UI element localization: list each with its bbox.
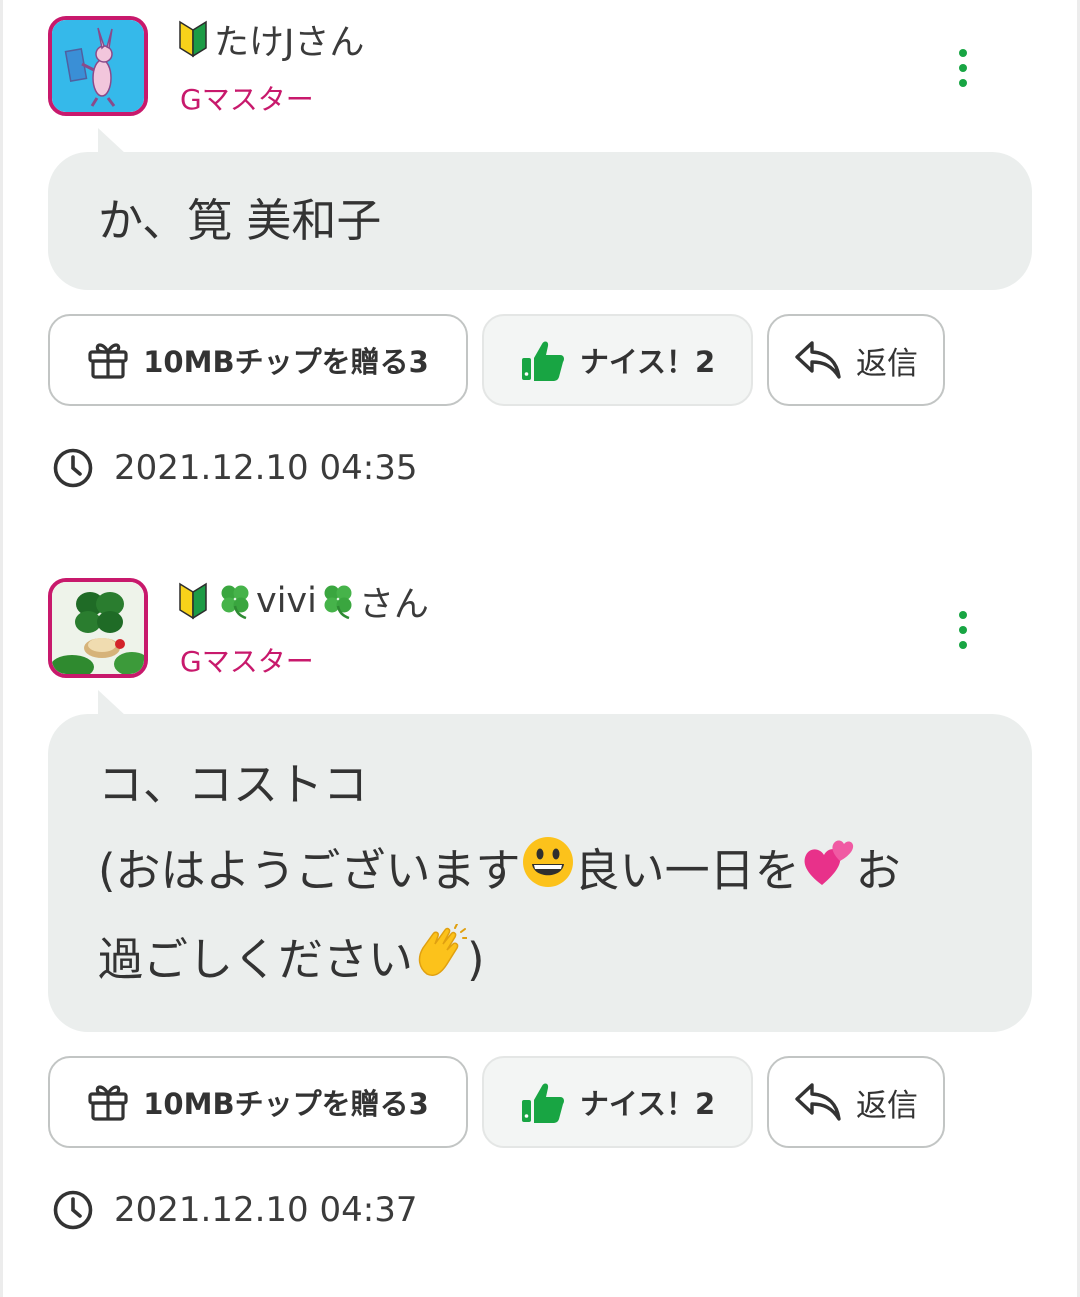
four-leaf-clover-icon [319,582,357,620]
user-rank: Gマスター [180,645,314,678]
message-line: (おはようございます 良い一日を お [98,828,982,917]
message-text: 良い一日を [574,844,800,897]
reply-button-label: 返信 [856,345,918,382]
clock-icon [52,447,94,489]
beginner-mark-icon [178,20,208,58]
message-line: 過ごしください) [98,917,982,1006]
reply-icon [794,1081,842,1123]
message-bubble: コ、コストコ (おはようございます 良い一日を お 過ごしください) [48,690,1032,1032]
avatar[interactable] [48,16,148,116]
beginner-mark-icon [178,582,208,620]
message-text: お [855,844,901,897]
user-name: たけJさん [214,22,365,63]
nice-button[interactable]: ナイス！2 [482,314,753,406]
user-name-row[interactable]: たけJさん [178,14,364,64]
timestamp-row: 2021.12.10 04:35 [52,446,417,490]
thumbs-up-icon [520,338,566,382]
user-name-row[interactable]: vivi さん [178,576,429,626]
reply-icon [794,339,842,381]
message-text: 過ごしください [98,933,414,986]
tip-button[interactable]: 10MBチップを贈る3 [48,314,468,406]
timestamp: 2021.12.10 04:37 [114,1190,418,1230]
clapping-hands-icon [413,920,469,1006]
tip-button[interactable]: 10MBチップを贈る3 [48,1056,468,1148]
timestamp: 2021.12.10 04:35 [114,448,418,488]
user-name-suffix: さん [358,584,429,625]
reply-button-label: 返信 [856,1087,918,1124]
gift-icon [87,340,129,380]
clock-icon [52,1189,94,1231]
message-line: コ、コストコ [98,758,369,811]
avatar[interactable] [48,578,148,678]
tip-button-label: 10MBチップを贈る3 [143,345,429,379]
message-text: ) [467,933,485,986]
timestamp-row: 2021.12.10 04:37 [52,1188,417,1232]
tip-button-label: 10MBチップを贈る3 [143,1087,429,1121]
reply-button[interactable]: 返信 [767,314,945,406]
user-name: vivi [256,581,317,621]
thumbs-up-icon [520,1080,566,1124]
message-text: か、筧 美和子 [98,194,382,247]
reply-button[interactable]: 返信 [767,1056,945,1148]
message-text: (おはようございます [98,844,521,897]
gift-icon [87,1082,129,1122]
two-hearts-icon [800,831,856,917]
nice-button-label: ナイス！2 [579,345,716,379]
more-vertical-icon[interactable] [945,602,981,658]
nice-button[interactable]: ナイス！2 [482,1056,753,1148]
message-bubble: か、筧 美和子 [48,128,1032,290]
more-vertical-icon[interactable] [945,40,981,96]
user-rank: Gマスター [180,83,314,116]
grinning-face-icon [521,831,575,917]
left-edge [0,0,3,1297]
four-leaf-clover-icon [216,582,254,620]
nice-button-label: ナイス！2 [579,1087,716,1121]
